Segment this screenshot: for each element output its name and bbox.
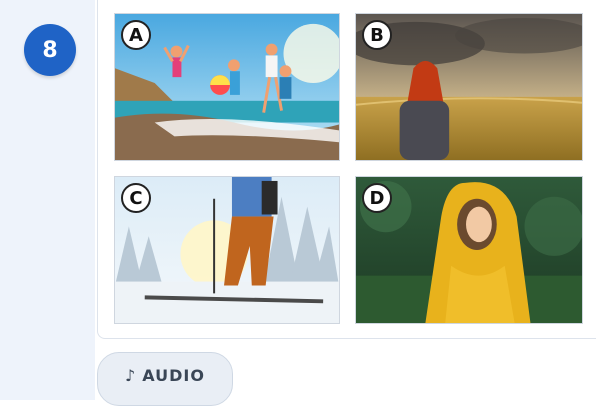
options-card: A B C D xyxy=(97,0,596,339)
option-c-image[interactable]: C xyxy=(114,176,340,324)
audio-button[interactable]: ♪ AUDIO xyxy=(97,352,233,406)
option-a-image[interactable]: A xyxy=(114,13,340,161)
music-note-icon: ♪ xyxy=(125,365,137,385)
option-letter-a: A xyxy=(121,20,151,50)
option-letter-c: C xyxy=(121,183,151,213)
question-number-badge: 8 xyxy=(24,24,76,76)
option-letter-b: B xyxy=(362,20,392,50)
audio-button-label: AUDIO xyxy=(142,365,205,385)
option-d-image[interactable]: D xyxy=(355,176,583,324)
option-b-image[interactable]: B xyxy=(355,13,583,161)
option-letter-d: D xyxy=(362,183,392,213)
